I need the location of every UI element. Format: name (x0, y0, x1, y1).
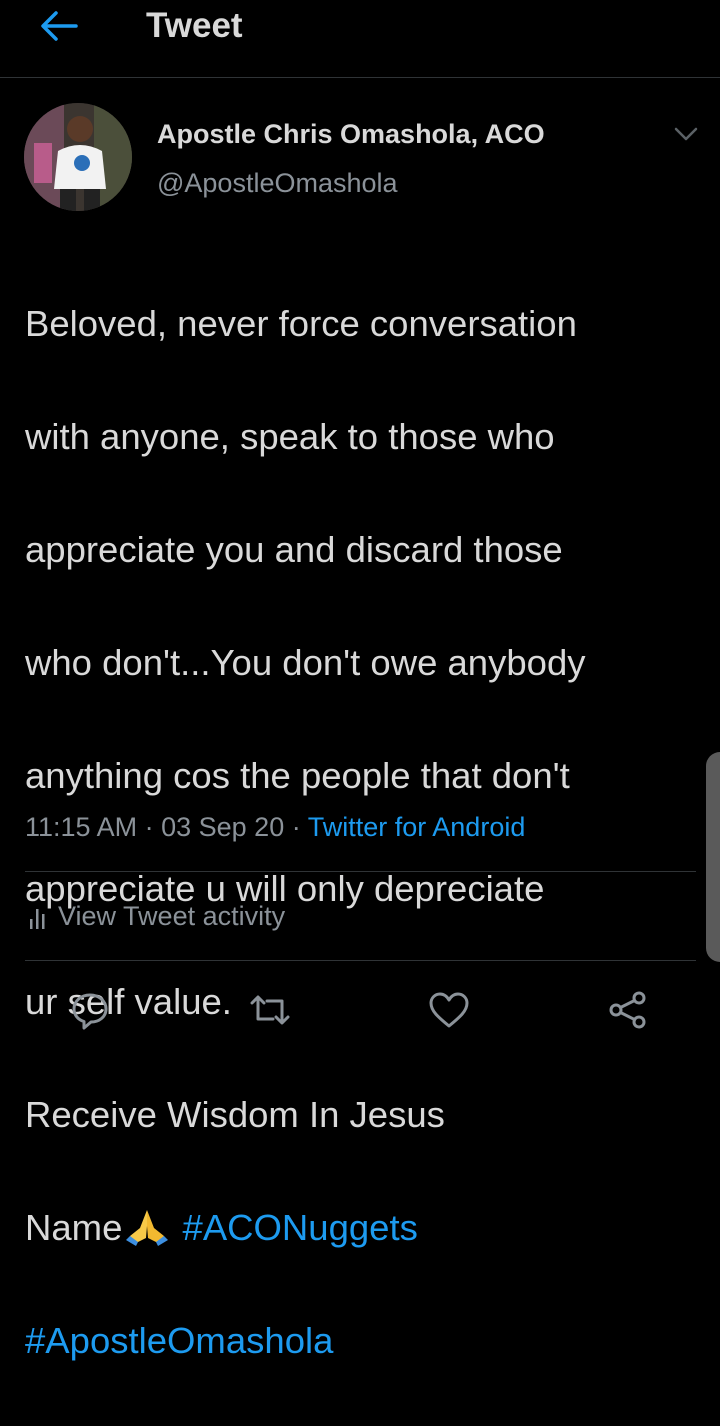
tweet-date: 03 Sep 20 (161, 812, 285, 842)
tweet-line: Receive Wisdom In Jesus (25, 1093, 445, 1135)
tweet-line: Name (25, 1206, 123, 1248)
more-options-button[interactable] (670, 122, 702, 146)
avatar[interactable] (24, 103, 132, 211)
tweet-time: 11:15 AM (25, 812, 138, 842)
hashtag-link[interactable]: #ApostleOmashola (25, 1320, 333, 1361)
separator: · (144, 812, 154, 842)
retweet-button[interactable] (246, 986, 294, 1034)
top-bar: Tweet (0, 0, 720, 78)
like-button[interactable] (425, 986, 473, 1034)
chevron-down-icon (674, 127, 698, 141)
avatar-photo (24, 103, 132, 211)
retweet-icon (250, 995, 290, 1025)
tweet-source-link[interactable]: Twitter for Android (308, 812, 526, 842)
tweet-meta: 11:15 AM · 03 Sep 20 · Twitter for Andro… (25, 807, 525, 847)
tweet-line: Beloved, never force conversation (25, 302, 577, 344)
back-arrow-icon (41, 11, 78, 41)
reply-icon (72, 993, 108, 1030)
tweet-line: appreciate you and discard those (25, 528, 563, 570)
back-button[interactable] (36, 6, 80, 46)
reply-button[interactable] (66, 986, 114, 1034)
tweet-line: who don't...You don't owe anybody (25, 641, 586, 683)
separator: · (291, 812, 301, 842)
tweet-line: #ApostleOmashola (25, 1313, 710, 1370)
tweet-line: with anyone, speak to those who (25, 415, 555, 457)
edge-panel-handle[interactable] (706, 752, 720, 962)
share-icon (609, 991, 646, 1029)
author-name[interactable]: Apostle Chris Omashola, ACO (157, 114, 545, 154)
author-handle[interactable]: @ApostleOmashola (157, 163, 398, 203)
hashtag-link[interactable]: #ACONuggets (183, 1207, 418, 1248)
view-activity-label: View Tweet activity (58, 901, 286, 931)
divider (25, 960, 696, 961)
tweet-line-with-hashtag: Name #ACONuggets (25, 1200, 710, 1257)
divider (25, 871, 696, 872)
share-button[interactable] (604, 986, 652, 1034)
page-title: Tweet (146, 6, 243, 45)
folded-hands-emoji-icon (126, 1209, 169, 1246)
heart-icon (429, 992, 469, 1028)
bar-chart-icon (30, 909, 45, 929)
tweet-line: anything cos the people that don't (25, 754, 570, 796)
view-activity-button[interactable]: View Tweet activity (28, 896, 285, 936)
